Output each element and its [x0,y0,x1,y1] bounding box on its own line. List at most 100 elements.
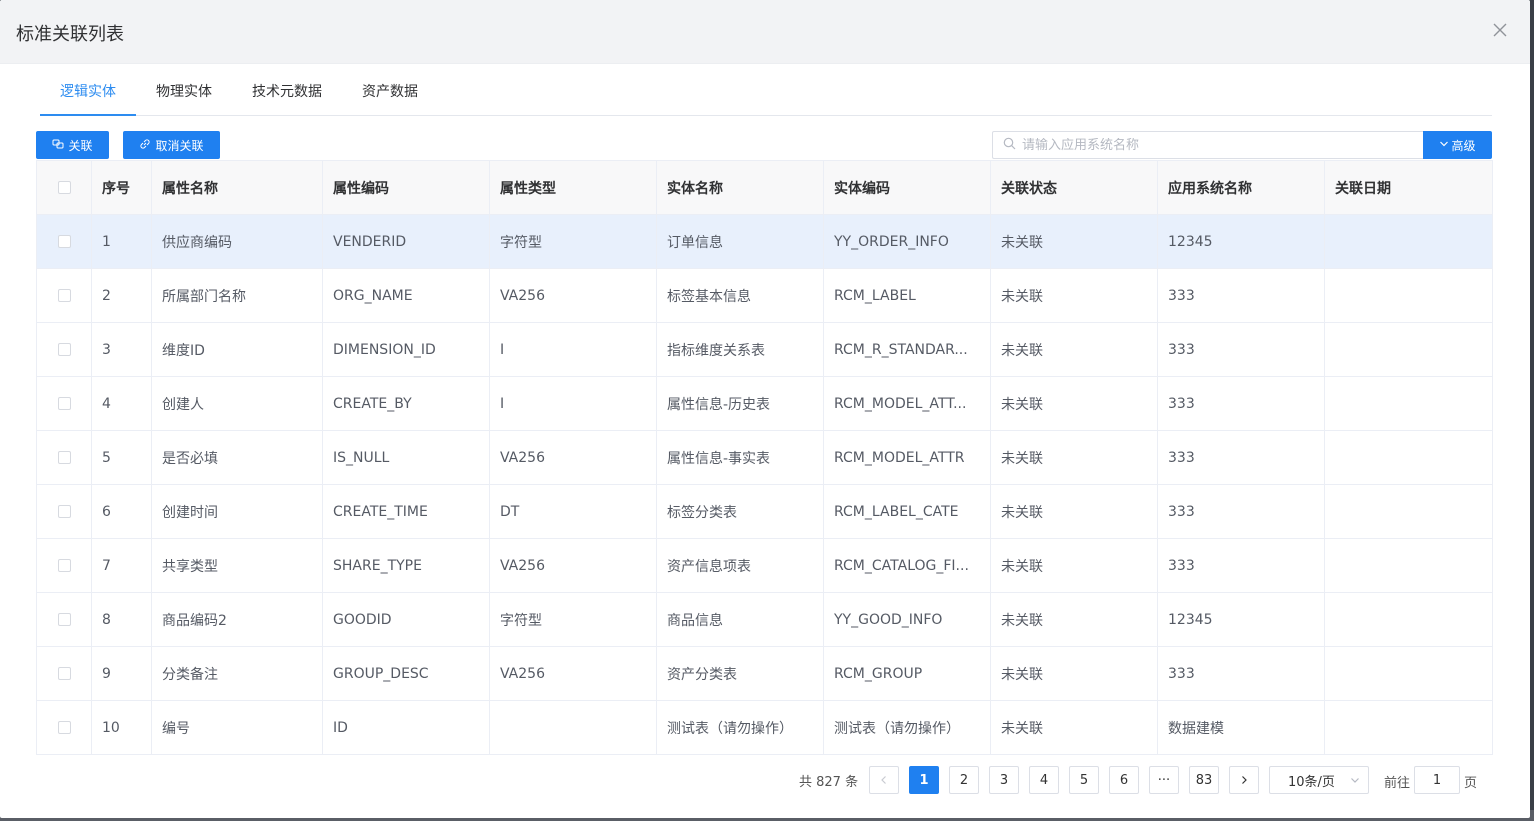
search-input[interactable] [1022,137,1402,153]
chain-icon [139,138,151,153]
row-checkbox[interactable] [57,559,71,572]
dialog-header: 标准关联列表 [0,0,1530,64]
cell-app-name: 333 [1157,322,1325,377]
tab-asset-data[interactable]: 资产数据 [362,64,418,116]
link-button[interactable]: 关联 [36,131,109,159]
table-row[interactable]: 4 创建人 CREATE_BY I 属性信息-历史表 RCM_MODEL_ATT... 未关… [36,376,1493,431]
table-row[interactable]: 10 编号 ID 测试表（请勿操作） 测试表（请勿操作） 未关联 数据建模 [36,700,1493,755]
row-checkbox[interactable] [57,343,71,356]
row-checkbox-cell [36,538,92,593]
cell-attr-code: ORG_NAME [322,268,490,323]
goto-page-input[interactable] [1414,766,1460,794]
row-checkbox-cell [36,484,92,539]
cell-attr-name: 创建时间 [151,484,323,539]
row-checkbox[interactable] [57,505,71,518]
table-body: 1 供应商编码 VENDERID 字符型 订单信息 YY_ORDER_INFO 未关联 123… [36,214,1493,755]
link-icon [52,138,64,153]
tabs-bar: 逻辑实体 物理实体 技术元数据 资产数据 [40,64,1492,116]
cell-link-date [1324,592,1493,647]
cell-status: 未关联 [990,268,1158,323]
cell-no: 1 [91,214,152,269]
chevron-down-icon [1350,774,1360,789]
row-checkbox[interactable] [57,721,71,734]
header-checkbox-cell [36,160,92,215]
tab-logical-entity[interactable]: 逻辑实体 [60,64,116,116]
cell-attr-name: 创建人 [151,376,323,431]
table-row[interactable]: 5 是否必填 IS_NULL VA256 属性信息-事实表 RCM_MODEL_ATTR 未… [36,430,1493,485]
table-header-row: 序号 属性名称 属性编码 属性类型 实体名称 实体编码 关联状态 应用系统名称 … [36,160,1493,215]
page-button-last[interactable]: 83 [1189,766,1219,794]
cell-attr-code: VENDERID [322,214,490,269]
select-all-checkbox[interactable] [57,181,71,194]
page-button-5[interactable]: 5 [1069,766,1099,794]
column-header-app-name: 应用系统名称 [1157,160,1325,215]
row-checkbox[interactable] [57,397,71,410]
table-row[interactable]: 1 供应商编码 VENDERID 字符型 订单信息 YY_ORDER_INFO 未关联 123… [36,214,1493,269]
cell-attr-type: I [489,322,657,377]
cell-link-date [1324,538,1493,593]
advanced-button[interactable]: 高级 [1423,131,1492,159]
page-button-3[interactable]: 3 [989,766,1019,794]
column-header-attr-type: 属性类型 [489,160,657,215]
chevron-left-icon [881,776,886,784]
goto-suffix: 页 [1464,776,1478,791]
table-row[interactable]: 2 所属部门名称 ORG_NAME VA256 标签基本信息 RCM_LABEL 未关联 33… [36,268,1493,323]
cell-attr-code: CREATE_TIME [322,484,490,539]
page-size-select[interactable]: 10条/页 [1269,766,1369,794]
close-icon[interactable] [1488,18,1512,42]
cell-attr-type: DT [489,484,657,539]
tab-technical-metadata[interactable]: 技术元数据 [252,64,322,116]
cell-attr-name: 商品编码2 [151,592,323,647]
cell-link-date [1324,322,1493,377]
table-row[interactable]: 6 创建时间 CREATE_TIME DT 标签分类表 RCM_LABEL_CATE 未关联… [36,484,1493,539]
cell-attr-type: 字符型 [489,214,657,269]
cell-attr-name: 是否必填 [151,430,323,485]
cell-attr-type: 字符型 [489,592,657,647]
cell-attr-name: 分类备注 [151,646,323,701]
row-checkbox[interactable] [57,289,71,302]
row-checkbox[interactable] [57,613,71,626]
cell-app-name: 333 [1157,268,1325,323]
cell-app-name: 数据建模 [1157,700,1325,755]
next-page-button[interactable] [1229,766,1259,794]
table-row[interactable]: 9 分类备注 GROUP_DESC VA256 资产分类表 RCM_GROUP 未关联 333 [36,646,1493,701]
tab-physical-entity[interactable]: 物理实体 [156,64,212,116]
cell-link-date [1324,376,1493,431]
cell-link-date [1324,214,1493,269]
column-header-entity-name: 实体名称 [656,160,824,215]
cell-no: 3 [91,322,152,377]
search-box [992,131,1423,159]
column-header-entity-code: 实体编码 [823,160,991,215]
cell-entity-name: 商品信息 [656,592,824,647]
row-checkbox-cell [36,592,92,647]
prev-page-button[interactable] [869,766,899,794]
page-button-4[interactable]: 4 [1029,766,1059,794]
cell-link-date [1324,430,1493,485]
page-ellipsis-button[interactable]: ··· [1149,766,1179,794]
page-button-2[interactable]: 2 [949,766,979,794]
table-row[interactable]: 7 共享类型 SHARE_TYPE VA256 资产信息项表 RCM_CATALOG_FI… [36,538,1493,593]
cell-attr-name: 维度ID [151,322,323,377]
cell-status: 未关联 [990,700,1158,755]
row-checkbox[interactable] [57,667,71,680]
cell-status: 未关联 [990,376,1158,431]
row-checkbox[interactable] [57,235,71,248]
cell-link-date [1324,646,1493,701]
unlink-button-label: 取消关联 [155,138,204,153]
cell-attr-type [489,700,657,755]
unlink-button[interactable]: 取消关联 [123,131,220,159]
cell-entity-code: 测试表（请勿操作） [823,700,991,755]
row-checkbox[interactable] [57,451,71,464]
cell-entity-code: RCM_CATALOG_FI... [823,538,991,593]
table-row[interactable]: 3 维度ID DIMENSION_ID I 指标维度关系表 RCM_R_STANDAR..… [36,322,1493,377]
cell-entity-code: RCM_MODEL_ATT... [823,376,991,431]
page-button-1[interactable]: 1 [909,766,939,794]
page-button-6[interactable]: 6 [1109,766,1139,794]
cell-no: 2 [91,268,152,323]
cell-attr-code: ID [322,700,490,755]
table-row[interactable]: 8 商品编码2 GOODID 字符型 商品信息 YY_GOOD_INFO 未关联 12345 [36,592,1493,647]
row-checkbox-cell [36,376,92,431]
page-size-value: 10条/页 [1288,774,1335,790]
column-header-attr-code: 属性编码 [322,160,490,215]
cell-entity-code: YY_ORDER_INFO [823,214,991,269]
